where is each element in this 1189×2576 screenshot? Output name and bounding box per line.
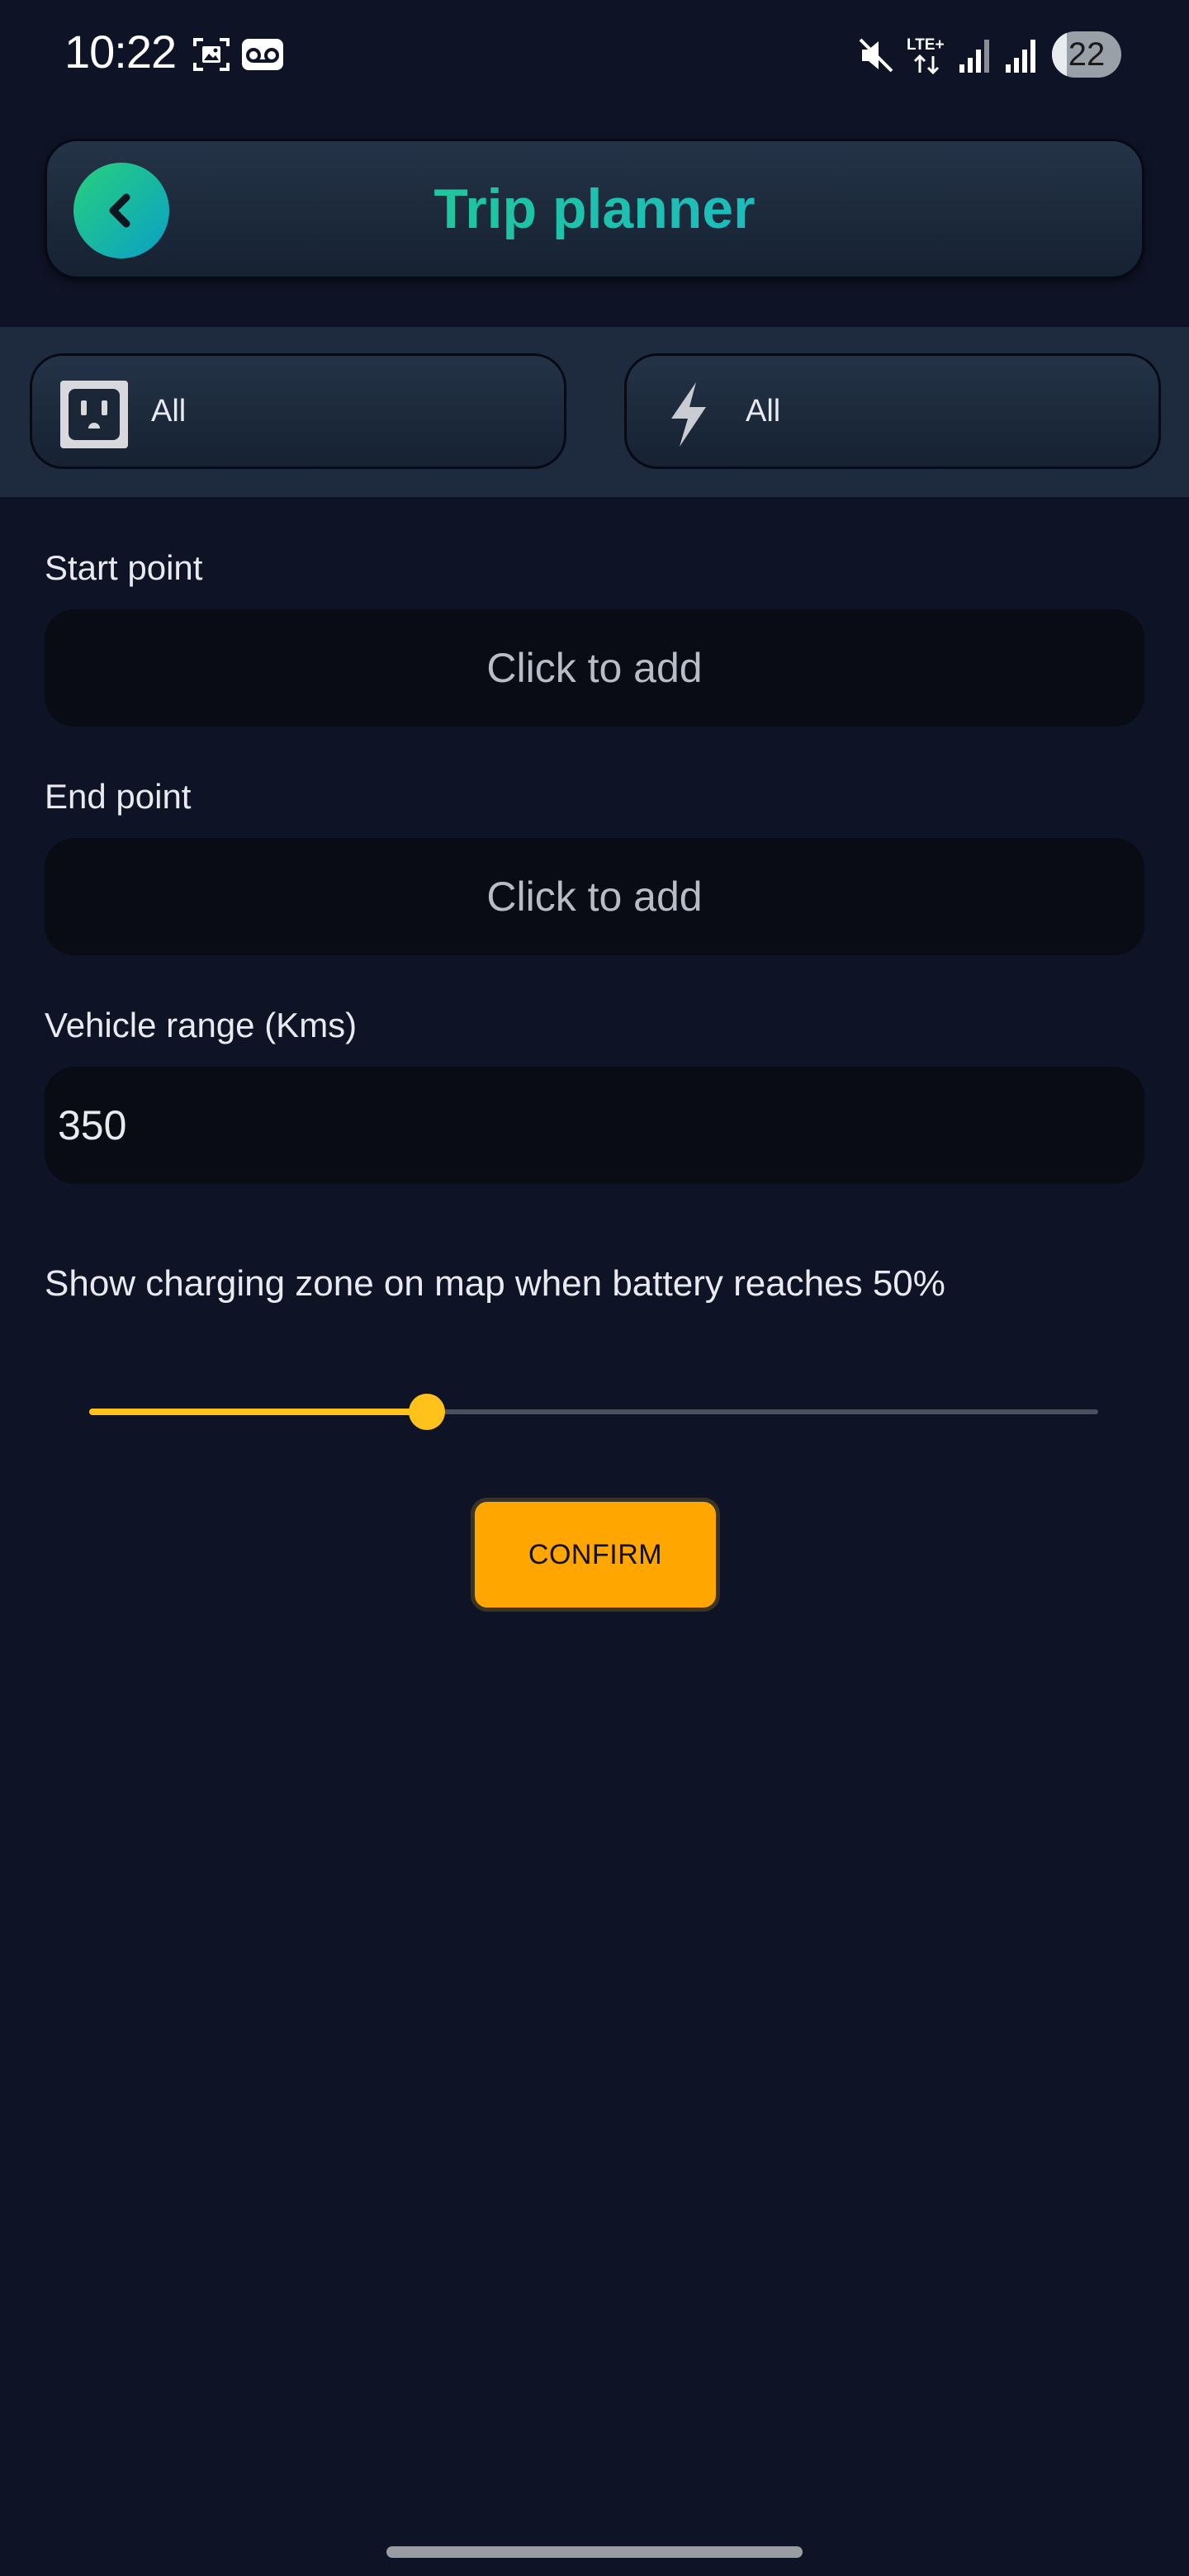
home-indicator[interactable]: [386, 2546, 803, 2558]
start-point-label: Start point: [45, 548, 203, 587]
signal-icon: [1006, 40, 1035, 73]
confirm-button[interactable]: CONFIRM: [471, 1498, 720, 1612]
mute-icon: [859, 38, 893, 73]
svg-text:LTE+: LTE+: [907, 36, 945, 54]
battery-threshold-slider[interactable]: [89, 1394, 1098, 1430]
battery-level: 22: [1068, 36, 1106, 73]
slider-thumb[interactable]: [409, 1394, 446, 1430]
power-filter-label: All: [746, 393, 781, 429]
vehicle-range-label: Vehicle range (Kms): [45, 1006, 358, 1044]
signal-icon: [959, 40, 989, 73]
status-bar: 10:22 LTE+ 22: [0, 0, 1189, 107]
battery-icon: 22: [1052, 31, 1121, 78]
vehicle-range-input[interactable]: 350: [45, 1067, 1144, 1184]
lte-icon: LTE+: [907, 36, 945, 75]
filter-bar: All All: [0, 327, 1189, 497]
slider-fill: [89, 1409, 428, 1415]
trip-planner-screen: 10:22 LTE+ 22 Trip planner All All Start…: [0, 0, 1189, 2576]
end-point-field[interactable]: Click to add: [45, 838, 1144, 955]
power-outlet-icon: [60, 381, 128, 448]
header-bar: Trip planner: [45, 139, 1144, 279]
end-point-placeholder: Click to add: [486, 874, 703, 920]
back-button[interactable]: [73, 163, 169, 258]
start-point-placeholder: Click to add: [486, 645, 703, 691]
screenshot-icon: [193, 38, 230, 71]
charging-zone-caption: Show charging zone on map when battery r…: [45, 1263, 945, 1304]
power-filter-button[interactable]: All: [624, 353, 1161, 469]
end-point-label: End point: [45, 777, 192, 816]
start-point-field[interactable]: Click to add: [45, 609, 1144, 727]
chevron-left-icon: [109, 193, 130, 228]
voicemail-icon: [242, 39, 283, 70]
page-title: Trip planner: [47, 141, 1142, 277]
status-time: 10:22: [64, 26, 177, 78]
connector-filter-label: All: [151, 393, 187, 429]
vehicle-range-value: 350: [58, 1102, 127, 1148]
connector-filter-button[interactable]: All: [30, 353, 566, 469]
lightning-icon: [671, 382, 706, 447]
